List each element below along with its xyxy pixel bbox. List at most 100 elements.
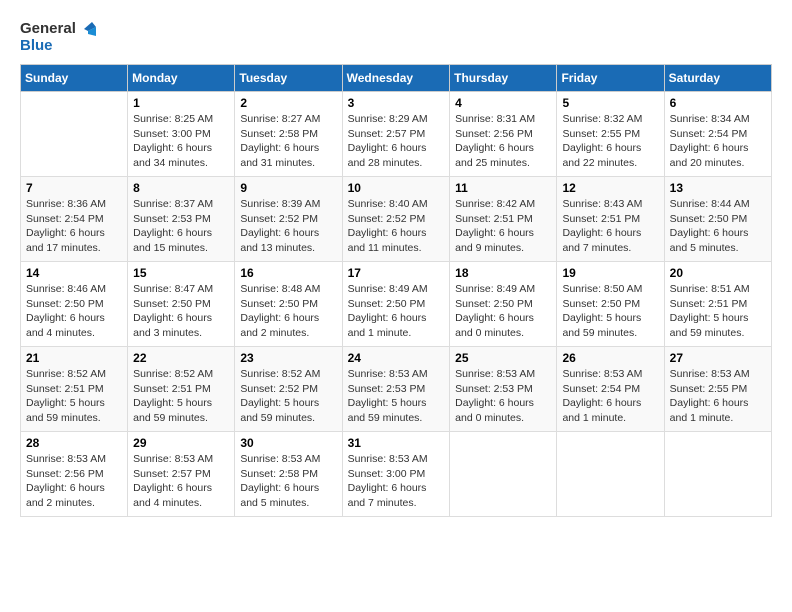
calendar-cell: 15Sunrise: 8:47 AMSunset: 2:50 PMDayligh…: [128, 262, 235, 347]
calendar-cell: 2 Sunrise: 8:27 AMSunset: 2:58 PMDaylight…: [235, 92, 342, 177]
day-info: Sunrise: 8:53 AMSunset: 3:00 PMDaylight:…: [348, 452, 445, 511]
calendar-cell: [450, 432, 557, 517]
day-info: Sunrise: 8:43 AMSunset: 2:51 PMDaylight:…: [562, 197, 658, 256]
day-number: 23: [240, 351, 336, 365]
weekday-header-tuesday: Tuesday: [235, 65, 342, 92]
day-info: Sunrise: 8:53 AMSunset: 2:53 PMDaylight:…: [455, 367, 551, 426]
day-number: 3: [348, 96, 445, 110]
day-number: 5: [562, 96, 658, 110]
page-header: General Blue: [20, 20, 772, 54]
calendar-cell: [557, 432, 664, 517]
calendar-cell: 28 Sunrise: 8:53 AMSunset: 2:56 PMDayligh…: [21, 432, 128, 517]
day-number: 28: [26, 436, 122, 450]
day-number: 27: [670, 351, 766, 365]
day-info: Sunrise: 8:50 AMSunset: 2:50 PMDaylight:…: [562, 282, 658, 341]
day-info: Sunrise: 8:49 AMSunset: 2:50 PMDaylight:…: [455, 282, 551, 341]
day-info: Sunrise: 8:37 AMSunset: 2:53 PMDaylight:…: [133, 197, 229, 256]
calendar-cell: 30 Sunrise: 8:53 AMSunset: 2:58 PMDayligh…: [235, 432, 342, 517]
weekday-header-monday: Monday: [128, 65, 235, 92]
day-number: 18: [455, 266, 551, 280]
week-row-4: 21 Sunrise: 8:52 AMSunset: 2:51 PMDayligh…: [21, 347, 772, 432]
calendar-cell: 24 Sunrise: 8:53 AMSunset: 2:53 PMDayligh…: [342, 347, 450, 432]
day-info: Sunrise: 8:53 AMSunset: 2:54 PMDaylight:…: [562, 367, 658, 426]
calendar-cell: 9 Sunrise: 8:39 AMSunset: 2:52 PMDaylight…: [235, 177, 342, 262]
calendar-cell: 18 Sunrise: 8:49 AMSunset: 2:50 PMDayligh…: [450, 262, 557, 347]
calendar-cell: 11Sunrise: 8:42 AMSunset: 2:51 PMDayligh…: [450, 177, 557, 262]
week-row-1: 1 Sunrise: 8:25 AMSunset: 3:00 PMDaylight…: [21, 92, 772, 177]
day-number: 20: [670, 266, 766, 280]
day-number: 31: [348, 436, 445, 450]
day-info: Sunrise: 8:52 AMSunset: 2:51 PMDaylight:…: [26, 367, 122, 426]
day-number: 19: [562, 266, 658, 280]
calendar-cell: 6Sunrise: 8:34 AMSunset: 2:54 PMDaylight…: [664, 92, 771, 177]
day-info: Sunrise: 8:52 AMSunset: 2:52 PMDaylight:…: [240, 367, 336, 426]
weekday-header-friday: Friday: [557, 65, 664, 92]
week-row-5: 28 Sunrise: 8:53 AMSunset: 2:56 PMDayligh…: [21, 432, 772, 517]
day-info: Sunrise: 8:34 AMSunset: 2:54 PMDaylight:…: [670, 112, 766, 171]
calendar-cell: 26 Sunrise: 8:53 AMSunset: 2:54 PMDayligh…: [557, 347, 664, 432]
calendar-table: SundayMondayTuesdayWednesdayThursdayFrid…: [20, 64, 772, 517]
day-number: 4: [455, 96, 551, 110]
day-number: 14: [26, 266, 122, 280]
calendar-cell: 12 Sunrise: 8:43 AMSunset: 2:51 PMDayligh…: [557, 177, 664, 262]
calendar-cell: 17 Sunrise: 8:49 AMSunset: 2:50 PMDayligh…: [342, 262, 450, 347]
day-info: Sunrise: 8:53 AMSunset: 2:56 PMDaylight:…: [26, 452, 122, 511]
calendar-cell: 4 Sunrise: 8:31 AMSunset: 2:56 PMDaylight…: [450, 92, 557, 177]
day-info: Sunrise: 8:32 AMSunset: 2:55 PMDaylight:…: [562, 112, 658, 171]
logo-blue: Blue: [20, 37, 53, 54]
calendar-cell: 21 Sunrise: 8:52 AMSunset: 2:51 PMDayligh…: [21, 347, 128, 432]
day-number: 29: [133, 436, 229, 450]
day-number: 22: [133, 351, 229, 365]
day-number: 10: [348, 181, 445, 195]
weekday-header-saturday: Saturday: [664, 65, 771, 92]
day-info: Sunrise: 8:44 AMSunset: 2:50 PMDaylight:…: [670, 197, 766, 256]
calendar-cell: 25 Sunrise: 8:53 AMSunset: 2:53 PMDayligh…: [450, 347, 557, 432]
day-number: 1: [133, 96, 229, 110]
calendar-cell: 13 Sunrise: 8:44 AMSunset: 2:50 PMDayligh…: [664, 177, 771, 262]
calendar-cell: 3 Sunrise: 8:29 AMSunset: 2:57 PMDaylight…: [342, 92, 450, 177]
calendar-cell: 1 Sunrise: 8:25 AMSunset: 3:00 PMDaylight…: [128, 92, 235, 177]
day-info: Sunrise: 8:36 AMSunset: 2:54 PMDaylight:…: [26, 197, 122, 256]
calendar-cell: 7 Sunrise: 8:36 AMSunset: 2:54 PMDaylight…: [21, 177, 128, 262]
day-info: Sunrise: 8:47 AMSunset: 2:50 PMDaylight:…: [133, 282, 229, 341]
day-info: Sunrise: 8:31 AMSunset: 2:56 PMDaylight:…: [455, 112, 551, 171]
day-number: 25: [455, 351, 551, 365]
day-number: 11: [455, 181, 551, 195]
day-info: Sunrise: 8:53 AMSunset: 2:58 PMDaylight:…: [240, 452, 336, 511]
day-info: Sunrise: 8:39 AMSunset: 2:52 PMDaylight:…: [240, 197, 336, 256]
calendar-cell: 27 Sunrise: 8:53 AMSunset: 2:55 PMDayligh…: [664, 347, 771, 432]
day-number: 2: [240, 96, 336, 110]
logo-bird-icon: [78, 22, 96, 36]
day-info: Sunrise: 8:51 AMSunset: 2:51 PMDaylight:…: [670, 282, 766, 341]
day-number: 12: [562, 181, 658, 195]
weekday-header-sunday: Sunday: [21, 65, 128, 92]
calendar-cell: 29Sunrise: 8:53 AMSunset: 2:57 PMDayligh…: [128, 432, 235, 517]
day-number: 9: [240, 181, 336, 195]
calendar-cell: 16Sunrise: 8:48 AMSunset: 2:50 PMDayligh…: [235, 262, 342, 347]
day-number: 7: [26, 181, 122, 195]
day-number: 13: [670, 181, 766, 195]
day-info: Sunrise: 8:52 AMSunset: 2:51 PMDaylight:…: [133, 367, 229, 426]
logo-general: General: [20, 20, 76, 37]
calendar-cell: [664, 432, 771, 517]
day-number: 17: [348, 266, 445, 280]
weekday-header-wednesday: Wednesday: [342, 65, 450, 92]
week-row-3: 14Sunrise: 8:46 AMSunset: 2:50 PMDayligh…: [21, 262, 772, 347]
day-number: 30: [240, 436, 336, 450]
logo: General Blue: [20, 20, 96, 54]
week-row-2: 7 Sunrise: 8:36 AMSunset: 2:54 PMDaylight…: [21, 177, 772, 262]
day-info: Sunrise: 8:27 AMSunset: 2:58 PMDaylight:…: [240, 112, 336, 171]
day-info: Sunrise: 8:25 AMSunset: 3:00 PMDaylight:…: [133, 112, 229, 171]
weekday-header-row: SundayMondayTuesdayWednesdayThursdayFrid…: [21, 65, 772, 92]
calendar-cell: 23 Sunrise: 8:52 AMSunset: 2:52 PMDayligh…: [235, 347, 342, 432]
calendar-cell: 5 Sunrise: 8:32 AMSunset: 2:55 PMDaylight…: [557, 92, 664, 177]
day-number: 26: [562, 351, 658, 365]
day-info: Sunrise: 8:48 AMSunset: 2:50 PMDaylight:…: [240, 282, 336, 341]
day-info: Sunrise: 8:53 AMSunset: 2:53 PMDaylight:…: [348, 367, 445, 426]
day-info: Sunrise: 8:49 AMSunset: 2:50 PMDaylight:…: [348, 282, 445, 341]
day-number: 21: [26, 351, 122, 365]
calendar-cell: 31 Sunrise: 8:53 AMSunset: 3:00 PMDayligh…: [342, 432, 450, 517]
day-info: Sunrise: 8:29 AMSunset: 2:57 PMDaylight:…: [348, 112, 445, 171]
day-number: 24: [348, 351, 445, 365]
day-info: Sunrise: 8:53 AMSunset: 2:55 PMDaylight:…: [670, 367, 766, 426]
